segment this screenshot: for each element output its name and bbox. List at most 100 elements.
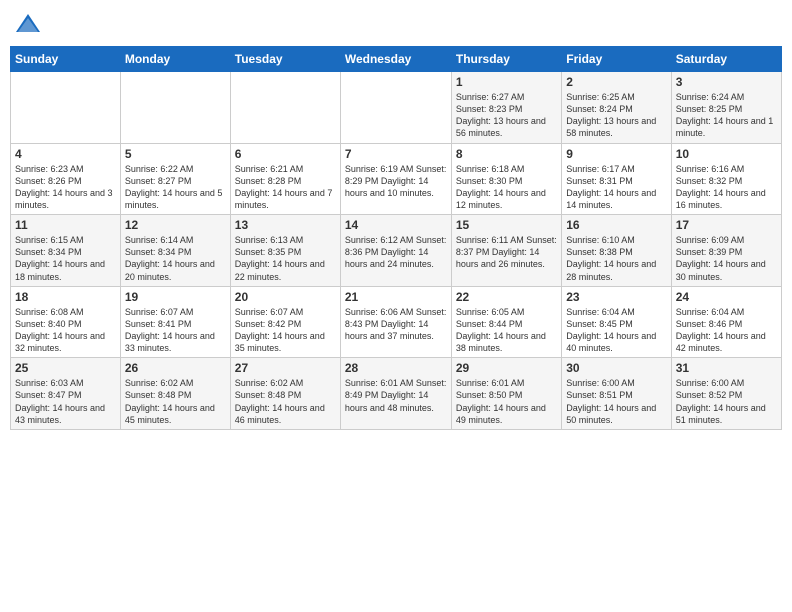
day-number: 5 — [125, 147, 226, 161]
day-info: Sunrise: 6:16 AM Sunset: 8:32 PM Dayligh… — [676, 163, 777, 212]
calendar-cell: 24 Sunrise: 6:04 AM Sunset: 8:46 PM Dayli… — [671, 286, 781, 358]
day-number: 30 — [566, 361, 666, 375]
calendar-cell — [120, 72, 230, 144]
logo — [14, 10, 46, 38]
day-number: 1 — [456, 75, 557, 89]
calendar-week-row: 4 Sunrise: 6:23 AM Sunset: 8:26 PM Daylig… — [11, 143, 782, 215]
day-number: 12 — [125, 218, 226, 232]
calendar-cell — [11, 72, 121, 144]
calendar-header-monday: Monday — [120, 47, 230, 72]
day-number: 28 — [345, 361, 447, 375]
day-number: 8 — [456, 147, 557, 161]
day-info: Sunrise: 6:10 AM Sunset: 8:38 PM Dayligh… — [566, 234, 666, 283]
calendar-week-row: 18 Sunrise: 6:08 AM Sunset: 8:40 PM Dayli… — [11, 286, 782, 358]
calendar-header-saturday: Saturday — [671, 47, 781, 72]
day-number: 31 — [676, 361, 777, 375]
day-number: 18 — [15, 290, 116, 304]
day-info: Sunrise: 6:13 AM Sunset: 8:35 PM Dayligh… — [235, 234, 336, 283]
day-info: Sunrise: 6:04 AM Sunset: 8:46 PM Dayligh… — [676, 306, 777, 355]
day-info: Sunrise: 6:04 AM Sunset: 8:45 PM Dayligh… — [566, 306, 666, 355]
calendar-cell: 23 Sunrise: 6:04 AM Sunset: 8:45 PM Dayli… — [562, 286, 671, 358]
calendar-cell: 2 Sunrise: 6:25 AM Sunset: 8:24 PM Daylig… — [562, 72, 671, 144]
day-number: 26 — [125, 361, 226, 375]
day-number: 2 — [566, 75, 666, 89]
day-number: 20 — [235, 290, 336, 304]
day-number: 4 — [15, 147, 116, 161]
calendar-header-tuesday: Tuesday — [230, 47, 340, 72]
calendar-cell: 22Sunrise: 6:05 AM Sunset: 8:44 PM Dayli… — [451, 286, 561, 358]
calendar-cell: 26Sunrise: 6:02 AM Sunset: 8:48 PM Dayli… — [120, 358, 230, 430]
calendar-cell — [230, 72, 340, 144]
calendar-cell: 8Sunrise: 6:18 AM Sunset: 8:30 PM Daylig… — [451, 143, 561, 215]
day-number: 9 — [566, 147, 666, 161]
day-info: Sunrise: 6:01 AM Sunset: 8:50 PM Dayligh… — [456, 377, 557, 426]
day-number: 21 — [345, 290, 447, 304]
day-number: 25 — [15, 361, 116, 375]
day-number: 24 — [676, 290, 777, 304]
calendar-cell: 13 Sunrise: 6:13 AM Sunset: 8:35 PM Dayli… — [230, 215, 340, 287]
day-number: 29 — [456, 361, 557, 375]
day-info: Sunrise: 6:07 AM Sunset: 8:42 PM Dayligh… — [235, 306, 336, 355]
calendar-cell: 5Sunrise: 6:22 AM Sunset: 8:27 PM Daylig… — [120, 143, 230, 215]
calendar-header-sunday: Sunday — [11, 47, 121, 72]
day-number: 14 — [345, 218, 447, 232]
day-number: 19 — [125, 290, 226, 304]
calendar-cell: 29 Sunrise: 6:01 AM Sunset: 8:50 PM Dayli… — [451, 358, 561, 430]
calendar-cell: 18 Sunrise: 6:08 AM Sunset: 8:40 PM Dayli… — [11, 286, 121, 358]
calendar-week-row: 1 Sunrise: 6:27 AM Sunset: 8:23 PM Daylig… — [11, 72, 782, 144]
calendar-cell: 17Sunrise: 6:09 AM Sunset: 8:39 PM Dayli… — [671, 215, 781, 287]
calendar-table: SundayMondayTuesdayWednesdayThursdayFrid… — [10, 46, 782, 430]
calendar-cell: 3Sunrise: 6:24 AM Sunset: 8:25 PM Daylig… — [671, 72, 781, 144]
day-info: Sunrise: 6:03 AM Sunset: 8:47 PM Dayligh… — [15, 377, 116, 426]
day-number: 6 — [235, 147, 336, 161]
day-info: Sunrise: 6:07 AM Sunset: 8:41 PM Dayligh… — [125, 306, 226, 355]
calendar-week-row: 25 Sunrise: 6:03 AM Sunset: 8:47 PM Dayli… — [11, 358, 782, 430]
day-info: Sunrise: 6:17 AM Sunset: 8:31 PM Dayligh… — [566, 163, 666, 212]
calendar-week-row: 11Sunrise: 6:15 AM Sunset: 8:34 PM Dayli… — [11, 215, 782, 287]
calendar-header-wednesday: Wednesday — [340, 47, 451, 72]
day-info: Sunrise: 6:27 AM Sunset: 8:23 PM Dayligh… — [456, 91, 557, 140]
calendar-cell: 20 Sunrise: 6:07 AM Sunset: 8:42 PM Dayli… — [230, 286, 340, 358]
calendar-cell: 9 Sunrise: 6:17 AM Sunset: 8:31 PM Daylig… — [562, 143, 671, 215]
calendar-cell: 7 Sunrise: 6:19 AM Sunset: 8:29 PM Daylig… — [340, 143, 451, 215]
calendar-cell: 27 Sunrise: 6:02 AM Sunset: 8:48 PM Dayli… — [230, 358, 340, 430]
day-number: 15 — [456, 218, 557, 232]
day-number: 22 — [456, 290, 557, 304]
logo-icon — [14, 10, 42, 38]
day-number: 11 — [15, 218, 116, 232]
calendar-cell: 10Sunrise: 6:16 AM Sunset: 8:32 PM Dayli… — [671, 143, 781, 215]
day-info: Sunrise: 6:24 AM Sunset: 8:25 PM Dayligh… — [676, 91, 777, 140]
calendar-cell: 30 Sunrise: 6:00 AM Sunset: 8:51 PM Dayli… — [562, 358, 671, 430]
day-number: 27 — [235, 361, 336, 375]
day-number: 17 — [676, 218, 777, 232]
calendar-cell: 16 Sunrise: 6:10 AM Sunset: 8:38 PM Dayli… — [562, 215, 671, 287]
calendar-header-row: SundayMondayTuesdayWednesdayThursdayFrid… — [11, 47, 782, 72]
day-number: 23 — [566, 290, 666, 304]
day-number: 16 — [566, 218, 666, 232]
day-number: 7 — [345, 147, 447, 161]
day-number: 13 — [235, 218, 336, 232]
calendar-cell: 25 Sunrise: 6:03 AM Sunset: 8:47 PM Dayli… — [11, 358, 121, 430]
day-info: Sunrise: 6:25 AM Sunset: 8:24 PM Dayligh… — [566, 91, 666, 140]
day-info: Sunrise: 6:08 AM Sunset: 8:40 PM Dayligh… — [15, 306, 116, 355]
day-info: Sunrise: 6:00 AM Sunset: 8:51 PM Dayligh… — [566, 377, 666, 426]
calendar-cell: 19 Sunrise: 6:07 AM Sunset: 8:41 PM Dayli… — [120, 286, 230, 358]
calendar-cell: 1 Sunrise: 6:27 AM Sunset: 8:23 PM Daylig… — [451, 72, 561, 144]
calendar-cell: 6 Sunrise: 6:21 AM Sunset: 8:28 PM Daylig… — [230, 143, 340, 215]
calendar-cell: 11Sunrise: 6:15 AM Sunset: 8:34 PM Dayli… — [11, 215, 121, 287]
calendar-cell: 28Sunrise: 6:01 AM Sunset: 8:49 PM Dayli… — [340, 358, 451, 430]
calendar-cell: 15 Sunrise: 6:11 AM Sunset: 8:37 PM Dayli… — [451, 215, 561, 287]
calendar-header-friday: Friday — [562, 47, 671, 72]
day-info: Sunrise: 6:21 AM Sunset: 8:28 PM Dayligh… — [235, 163, 336, 212]
page-header — [10, 10, 782, 38]
day-info: Sunrise: 6:23 AM Sunset: 8:26 PM Dayligh… — [15, 163, 116, 212]
day-info: Sunrise: 6:06 AM Sunset: 8:43 PM Dayligh… — [345, 306, 447, 342]
calendar-cell: 14 Sunrise: 6:12 AM Sunset: 8:36 PM Dayli… — [340, 215, 451, 287]
calendar-header-thursday: Thursday — [451, 47, 561, 72]
day-info: Sunrise: 6:02 AM Sunset: 8:48 PM Dayligh… — [235, 377, 336, 426]
calendar-cell: 31Sunrise: 6:00 AM Sunset: 8:52 PM Dayli… — [671, 358, 781, 430]
day-info: Sunrise: 6:19 AM Sunset: 8:29 PM Dayligh… — [345, 163, 447, 199]
day-info: Sunrise: 6:12 AM Sunset: 8:36 PM Dayligh… — [345, 234, 447, 270]
day-info: Sunrise: 6:11 AM Sunset: 8:37 PM Dayligh… — [456, 234, 557, 270]
calendar-cell: 4 Sunrise: 6:23 AM Sunset: 8:26 PM Daylig… — [11, 143, 121, 215]
